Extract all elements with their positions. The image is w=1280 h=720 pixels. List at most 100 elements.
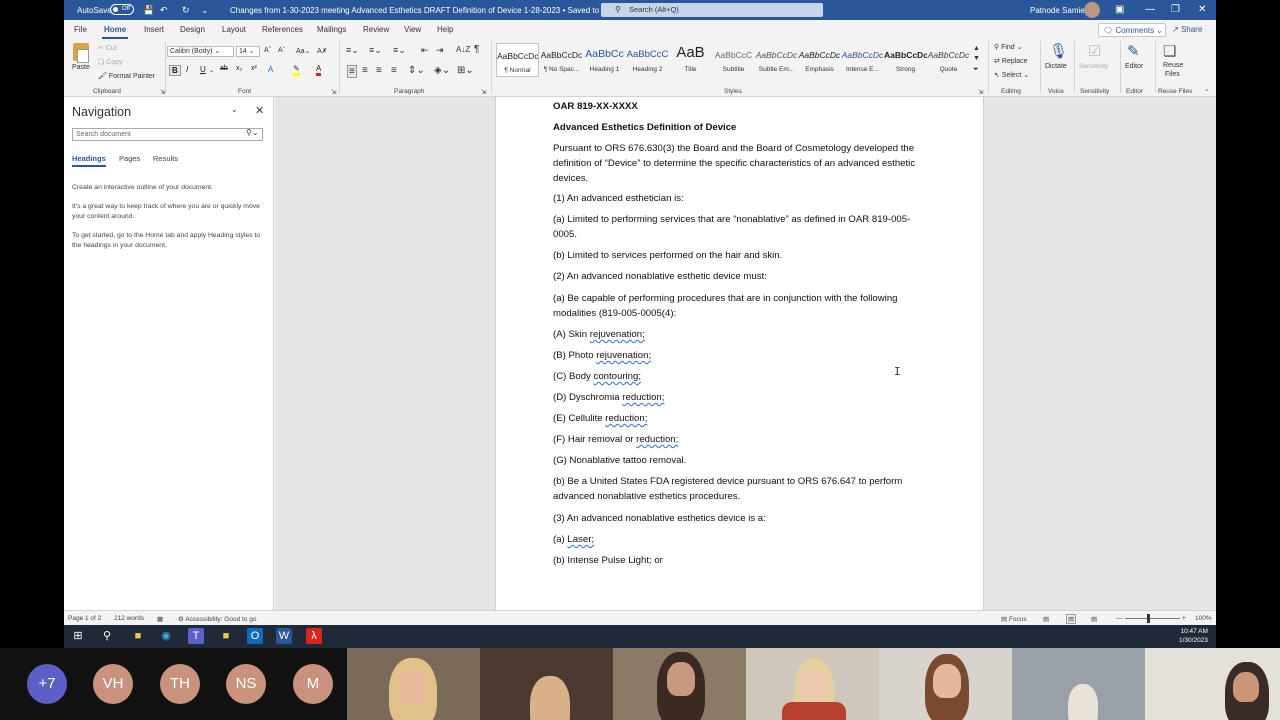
bullets-icon[interactable]: ≡⌄ xyxy=(346,45,359,56)
change-case-icon[interactable]: Aa⌄ xyxy=(296,47,310,55)
teams-icon[interactable]: T xyxy=(188,628,204,644)
participant-video[interactable] xyxy=(613,648,746,720)
zoom-level[interactable]: 100% xyxy=(1195,615,1212,622)
style-title[interactable]: AaB Title xyxy=(669,43,712,77)
paste-button[interactable]: Paste xyxy=(72,64,90,71)
show-formatting-icon[interactable]: ¶ xyxy=(474,44,479,55)
underline-icon[interactable]: U xyxy=(200,65,206,74)
styles-launcher-icon[interactable]: ⇲ xyxy=(978,88,983,96)
style-heading-1[interactable]: AaBbCc Heading 1 xyxy=(583,43,626,77)
reuse-files-button-line2[interactable]: Files xyxy=(1165,71,1180,78)
clock[interactable]: 10:47 AM 1/30/2023 xyxy=(1179,627,1208,645)
pane-options-icon[interactable]: ⌄ xyxy=(231,105,238,114)
proofing-icon[interactable]: ▦ xyxy=(157,615,163,623)
subscript-icon[interactable]: x₂ xyxy=(236,65,242,72)
word-count[interactable]: 212 words xyxy=(114,615,144,622)
nav-tab-pages[interactable]: Pages xyxy=(119,154,140,163)
editor-button[interactable]: Editor xyxy=(1125,63,1143,70)
style-subtitle[interactable]: AaBbCcC Subtitle xyxy=(712,43,755,77)
paste-icon[interactable] xyxy=(73,43,89,63)
ribbon-display-icon[interactable]: ▣ xyxy=(1115,4,1124,15)
edge-icon[interactable]: ◉ xyxy=(158,628,174,644)
navigation-search-input[interactable]: Search document xyxy=(72,128,263,141)
tab-review[interactable]: Review xyxy=(363,25,389,34)
participant-video[interactable] xyxy=(1012,648,1145,720)
user-name[interactable]: Patnode Samie xyxy=(1030,6,1085,15)
user-avatar[interactable] xyxy=(1084,2,1100,18)
shading-icon[interactable]: ◈⌄ xyxy=(434,65,450,76)
align-center-icon[interactable]: ≡ xyxy=(362,65,368,76)
zoom-slider-track[interactable] xyxy=(1125,618,1180,619)
sort-icon[interactable]: A↓Z xyxy=(456,45,470,54)
share-button[interactable]: ↗ Share xyxy=(1170,23,1210,37)
microphone-icon[interactable]: 🎙 xyxy=(1049,42,1068,60)
focus-button[interactable]: ▤ Focus xyxy=(1001,615,1027,623)
close-icon[interactable]: ✕ xyxy=(1198,4,1206,15)
numbering-icon[interactable]: ≡⌄ xyxy=(369,45,382,56)
shrink-font-icon[interactable]: Aˇ xyxy=(278,47,285,54)
page-count[interactable]: Page 1 of 2 xyxy=(68,615,101,622)
participant-video[interactable] xyxy=(879,648,1012,720)
tab-insert[interactable]: Insert xyxy=(144,25,164,34)
acrobat-icon[interactable]: λ xyxy=(306,628,322,644)
tab-layout[interactable]: Layout xyxy=(222,25,246,34)
customize-toolbar-icon[interactable]: ⌄ xyxy=(201,5,209,16)
zoom-slider-thumb[interactable] xyxy=(1147,614,1150,623)
styles-more-icon[interactable]: ⏷ xyxy=(973,66,979,74)
tab-mailings[interactable]: Mailings xyxy=(317,25,346,34)
copy-button[interactable]: ❏ Copy xyxy=(98,58,123,66)
file-explorer-icon[interactable]: ■ xyxy=(130,628,146,644)
word-icon[interactable]: W xyxy=(276,628,292,644)
dictate-button[interactable]: Dictate xyxy=(1045,63,1067,70)
participant-initials[interactable]: VH xyxy=(93,664,133,704)
borders-icon[interactable]: ⊞⌄ xyxy=(457,65,474,76)
strikethrough-icon[interactable]: ab xyxy=(220,65,228,72)
participant-initials[interactable]: M xyxy=(293,664,333,704)
format-painter-button[interactable]: 🖌 Format Painter xyxy=(98,72,155,80)
find-button[interactable]: ⚲ Find ⌄ xyxy=(994,43,1023,51)
styles-scroll-down-icon[interactable]: ▼ xyxy=(973,55,980,62)
bold-icon[interactable]: B xyxy=(169,65,181,76)
title-search-box[interactable]: ⚲ Search (Alt+Q) xyxy=(601,3,823,17)
outlook-icon[interactable]: O xyxy=(247,628,263,644)
participant-video[interactable] xyxy=(746,648,879,720)
justify-icon[interactable]: ≡ xyxy=(391,65,397,76)
style-emphasis[interactable]: AaBbCcDc Emphasis xyxy=(798,43,841,77)
grow-font-icon[interactable]: Aˆ xyxy=(264,47,271,54)
style-quote[interactable]: AaBbCcDc Quote xyxy=(927,43,970,77)
style-strong[interactable]: AaBbCcDc Strong xyxy=(884,43,927,77)
participant-video[interactable] xyxy=(1145,648,1280,720)
paragraph-launcher-icon[interactable]: ⇲ xyxy=(481,88,486,96)
read-mode-icon[interactable]: ▤ xyxy=(1043,615,1049,623)
font-name-select[interactable]: Calibri (Body) ⌄ xyxy=(167,46,234,57)
save-icon[interactable]: 💾 xyxy=(143,5,154,16)
tab-view[interactable]: View xyxy=(404,25,421,34)
autosave-toggle[interactable]: Off xyxy=(110,4,134,15)
style-intense-emphasis[interactable]: AaBbCcDc Intense E... xyxy=(841,43,884,77)
folder-icon[interactable]: ■ xyxy=(218,628,234,644)
start-icon[interactable]: ⊞ xyxy=(70,628,86,644)
tab-design[interactable]: Design xyxy=(180,25,205,34)
italic-icon[interactable]: I xyxy=(186,65,188,74)
close-pane-icon[interactable]: ✕ xyxy=(255,104,264,117)
print-layout-icon[interactable]: ▤ xyxy=(1066,614,1077,624)
reuse-files-icon[interactable]: ❏ xyxy=(1163,42,1176,60)
search-icon[interactable]: ⚲ xyxy=(99,628,115,644)
underline-dropdown-icon[interactable]: ⌄ xyxy=(209,67,214,74)
collapse-ribbon-icon[interactable]: ⌃ xyxy=(1204,88,1209,96)
align-left-icon[interactable]: ≡ xyxy=(347,65,357,78)
nav-tab-results[interactable]: Results xyxy=(153,154,178,163)
superscript-icon[interactable]: x² xyxy=(251,65,257,72)
tab-help[interactable]: Help xyxy=(437,25,453,34)
style-heading-2[interactable]: AaBbCcC Heading 2 xyxy=(626,43,669,77)
web-layout-icon[interactable]: ▤ xyxy=(1091,615,1097,623)
line-spacing-icon[interactable]: ⇕⌄ xyxy=(408,65,425,76)
minimize-icon[interactable]: — xyxy=(1145,4,1155,15)
sensitivity-button[interactable]: Sensitivity xyxy=(1079,63,1108,70)
search-icon[interactable]: ⚲⌄ xyxy=(246,128,259,137)
undo-icon[interactable]: ↶ xyxy=(160,5,168,16)
reuse-files-button-line1[interactable]: Reuse xyxy=(1163,62,1183,69)
tab-file[interactable]: File xyxy=(74,25,87,34)
zoom-in-icon[interactable]: + xyxy=(1182,615,1186,622)
styles-scroll-up-icon[interactable]: ▲ xyxy=(973,45,980,52)
